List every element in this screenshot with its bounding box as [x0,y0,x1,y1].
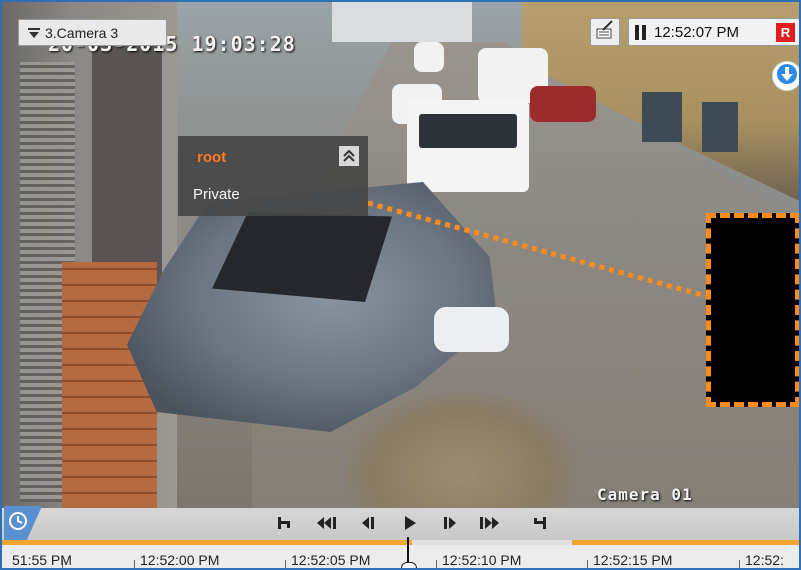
timeline-tick-label: 12:52: [745,552,784,568]
scene-white-van [407,100,529,192]
timeline-tick-mark [436,560,437,568]
fast-forward-button[interactable] [476,514,502,532]
camera-video-frame[interactable]: 20-03-2015 19:03:28 Camera 01 [2,2,799,508]
go-to-end-button[interactable] [530,514,550,532]
camera-selector[interactable]: 3.Camera 3 [18,19,167,46]
user-name: root [197,149,227,166]
scene-parked-car [414,42,444,72]
edit-note-button[interactable] [590,18,620,46]
triangle-down-menu-icon [27,26,41,40]
skip-start-icon [276,515,292,531]
timeline-tick-label: 12:52:10 PM [442,552,522,568]
record-badge[interactable]: R [776,23,795,42]
fast-forward-icon [478,515,500,531]
pause-icon[interactable] [635,24,646,40]
camera-selector-label: 3.Camera 3 [45,24,119,41]
download-button[interactable] [772,61,799,91]
arrow-down-circle-icon [776,63,798,90]
timeline-tick-mark [134,560,135,568]
go-to-start-button[interactable] [274,514,294,532]
scene-sand-pile [347,392,577,508]
user-info-popup: root Private [178,136,368,216]
play-button[interactable] [400,514,420,532]
timeline-tick-label: 12:52:00 PM [140,552,220,568]
scene-brick-stack [62,262,157,508]
timeline-playhead-handle[interactable] [401,562,417,568]
timeline-tick-label: 12:52:15 PM [593,552,673,568]
fast-rewind-button[interactable] [314,514,340,532]
privacy-mask-region[interactable] [706,213,799,407]
osd-camera-name: Camera 01 [597,485,693,504]
timeline-tick-mark [587,560,588,568]
timeline-tick-mark [285,560,286,568]
scene-red-car [530,86,596,122]
double-chevron-up-icon[interactable] [339,146,359,166]
scene-white-bags [434,307,509,352]
scene-sky [332,2,472,42]
scene-window [702,102,738,152]
play-icon [402,515,418,531]
clock-icon [8,511,28,536]
step-back-button[interactable] [358,514,378,532]
playback-status: 12:52:07 PM R [628,18,799,46]
camera-viewer: 20-03-2015 19:03:28 Camera 01 3.Camera 3… [0,0,801,570]
step-forward-button[interactable] [440,514,460,532]
timeline-recorded-segment [572,540,799,545]
step-forward-icon [442,515,458,531]
fast-rewind-icon [316,515,338,531]
edit-note-icon [595,19,615,45]
scene-window [642,92,682,142]
skip-end-icon [532,515,548,531]
timeline-tick-label: 12:52:05 PM [291,552,371,568]
timeline-unrecorded-segment [412,540,572,545]
timeline-tick-mark [739,560,740,568]
step-back-icon [360,515,376,531]
status-time: 12:52:07 PM [654,23,740,41]
timeline-tick-label: 51:55 PM [12,552,72,568]
user-role: Private [193,186,240,203]
